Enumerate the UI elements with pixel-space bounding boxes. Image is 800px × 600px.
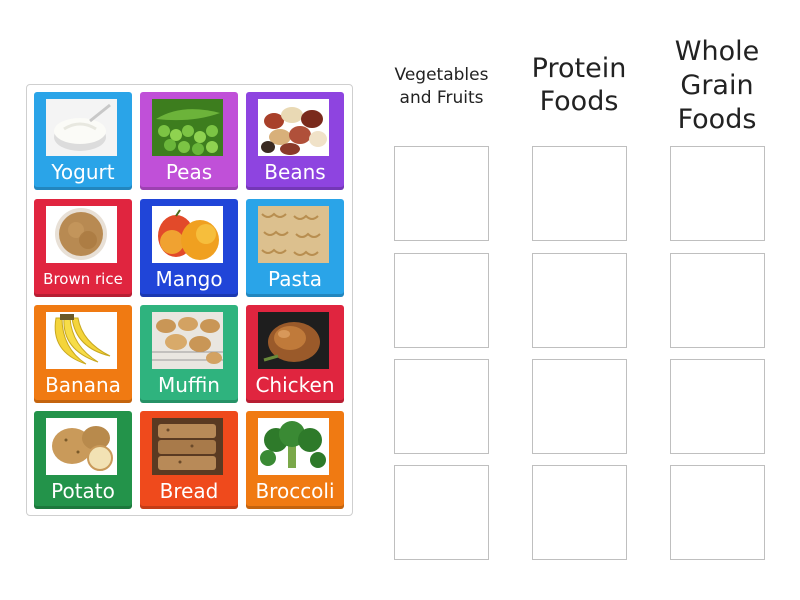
card-label: Yogurt: [51, 160, 115, 184]
potato-icon: [46, 418, 117, 475]
drop-box-vegetables-fruits[interactable]: [394, 146, 489, 241]
card-tray: Yogurt Peas Beans Brown rice Mango Pasta…: [26, 84, 353, 516]
beans-icon: [258, 99, 329, 156]
drop-box-protein-foods[interactable]: [532, 146, 627, 241]
bread-icon: [152, 418, 223, 475]
drop-box-whole-grain-foods[interactable]: [670, 359, 765, 454]
column-heading-vegetables-fruits: Vegetables and Fruits: [394, 65, 489, 108]
drop-box-vegetables-fruits[interactable]: [394, 253, 489, 348]
card-label: Brown rice: [43, 270, 123, 288]
card-mango[interactable]: Mango: [140, 199, 238, 297]
chicken-icon: [258, 312, 329, 369]
drop-box-vegetables-fruits[interactable]: [394, 359, 489, 454]
yogurt-icon: [46, 99, 117, 156]
card-chicken[interactable]: Chicken: [246, 305, 344, 403]
drop-box-vegetables-fruits[interactable]: [394, 465, 489, 560]
group-sort-activity: Yogurt Peas Beans Brown rice Mango Pasta…: [0, 0, 800, 600]
card-banana[interactable]: Banana: [34, 305, 132, 403]
drop-box-protein-foods[interactable]: [532, 359, 627, 454]
card-peas[interactable]: Peas: [140, 92, 238, 190]
mango-icon: [152, 206, 223, 263]
card-label: Banana: [45, 373, 121, 397]
card-broccoli[interactable]: Broccoli: [246, 411, 344, 509]
card-label: Chicken: [255, 373, 335, 397]
card-potato[interactable]: Potato: [34, 411, 132, 509]
card-label: Mango: [155, 267, 223, 291]
card-label: Broccoli: [255, 479, 335, 503]
pasta-icon: [258, 206, 329, 263]
card-label: Bread: [159, 479, 219, 503]
column-heading-protein-foods: Protein Foods: [531, 53, 627, 117]
card-label: Peas: [165, 160, 213, 184]
drop-box-whole-grain-foods[interactable]: [670, 465, 765, 560]
banana-icon: [46, 312, 117, 369]
card-label: Pasta: [268, 267, 322, 291]
card-yogurt[interactable]: Yogurt: [34, 92, 132, 190]
card-brown-rice[interactable]: Brown rice: [34, 199, 132, 297]
card-muffin[interactable]: Muffin: [140, 305, 238, 403]
card-beans[interactable]: Beans: [246, 92, 344, 190]
card-label: Muffin: [158, 373, 220, 397]
muffin-icon: [152, 312, 223, 369]
brown-rice-icon: [46, 206, 117, 263]
card-pasta[interactable]: Pasta: [246, 199, 344, 297]
drop-box-protein-foods[interactable]: [532, 465, 627, 560]
drop-box-whole-grain-foods[interactable]: [670, 253, 765, 348]
drop-box-whole-grain-foods[interactable]: [670, 146, 765, 241]
drop-box-protein-foods[interactable]: [532, 253, 627, 348]
card-bread[interactable]: Bread: [140, 411, 238, 509]
card-label: Potato: [51, 479, 115, 503]
column-heading-whole-grain-foods: Whole Grain Foods: [674, 36, 760, 135]
peas-icon: [152, 99, 223, 156]
broccoli-icon: [258, 418, 329, 475]
card-label: Beans: [264, 160, 326, 184]
